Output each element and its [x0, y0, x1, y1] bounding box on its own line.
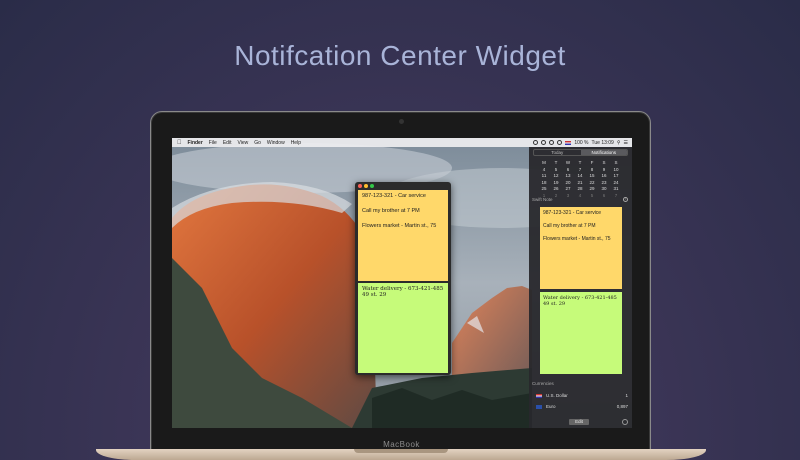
laptop-base: [96, 449, 706, 460]
edit-button[interactable]: Edit: [569, 419, 589, 425]
spotlight-icon[interactable]: ⚲: [617, 140, 621, 146]
base-notch: [354, 449, 448, 453]
menu-file[interactable]: File: [209, 140, 217, 146]
calendar-day[interactable]: 6: [598, 193, 610, 200]
calendar-day[interactable]: 3: [562, 193, 574, 200]
menu-view[interactable]: View: [237, 140, 248, 146]
macbook-label: MacBook: [383, 440, 420, 449]
note-line: 49 st. 29: [362, 292, 387, 298]
green-note[interactable]: Water delivery - 673-421-485 49 st. 29: [358, 283, 448, 373]
notification-center-icon[interactable]: ☰: [624, 140, 628, 146]
note-line: 49 st. 29: [543, 301, 566, 307]
note-line: 987-123-321 - Car service: [362, 193, 426, 199]
currency-row: U.S. Dollar 1: [536, 393, 628, 398]
currencies-label: Currencies: [532, 381, 554, 386]
menu-window[interactable]: Window: [267, 140, 285, 146]
close-button[interactable]: [358, 184, 362, 188]
tab-notifications[interactable]: Notifications: [580, 150, 627, 155]
note-line: Call my brother at 7 PM: [362, 208, 420, 214]
swift-note-label: Swift Note: [532, 197, 553, 202]
clock[interactable]: Tue 13:09: [592, 140, 614, 146]
menu-help[interactable]: Help: [291, 140, 301, 146]
input-source-flag-icon[interactable]: [565, 140, 572, 145]
note-line: Call my brother at 7 PM: [543, 223, 596, 229]
us-flag-icon: [536, 393, 542, 398]
yellow-note[interactable]: 987-123-321 - Car service Call my brothe…: [358, 190, 448, 281]
currency-name: Euro: [546, 404, 556, 409]
camera: [399, 119, 404, 124]
calendar-day[interactable]: 7: [610, 193, 622, 200]
laptop-screen:  Finder File Edit View Go Window Help 1…: [172, 138, 632, 428]
sticky-note-window[interactable]: 987-123-321 - Car service Call my brothe…: [355, 182, 451, 375]
currency-name: U.S. Dollar: [546, 393, 568, 398]
menu-go[interactable]: Go: [254, 140, 261, 146]
laptop-lid:  Finder File Edit View Go Window Help 1…: [150, 111, 651, 451]
note-line: Flowers market - Martin st., 75: [362, 223, 437, 229]
menu-bar:  Finder File Edit View Go Window Help 1…: [172, 138, 632, 147]
calendar-day[interactable]: 5: [586, 193, 598, 200]
zoom-button[interactable]: [370, 184, 374, 188]
apple-icon[interactable]: : [177, 140, 182, 146]
battery-status[interactable]: 100 %: [574, 140, 588, 146]
wifi-icon[interactable]: [557, 140, 563, 145]
calendar-day[interactable]: 4: [574, 193, 586, 200]
settings-icon[interactable]: [622, 419, 628, 425]
calendar-widget: M T W T F S S 4 5 6 7 8 9 10 11 12 13 14…: [538, 160, 622, 199]
tab-today[interactable]: Today: [534, 150, 581, 155]
window-controls: [358, 184, 374, 188]
status-icon[interactable]: [533, 140, 539, 145]
nc-green-note[interactable]: Water delivery - 673-421-485 49 st. 29: [540, 292, 622, 374]
note-line: Flowers market - Martin st., 75: [543, 236, 611, 242]
status-icon[interactable]: [549, 140, 555, 145]
status-icon[interactable]: [541, 140, 547, 145]
currency-row: Euro 0,897: [536, 404, 628, 409]
menu-edit[interactable]: Edit: [223, 140, 232, 146]
hero-title: Notifcation Center Widget: [234, 40, 566, 71]
currency-value: 1: [625, 393, 628, 398]
notification-center-panel: Today Notifications M T W T F S S 4 5 6 …: [529, 147, 632, 428]
info-icon[interactable]: i: [623, 197, 628, 202]
minimize-button[interactable]: [364, 184, 368, 188]
note-line: 987-123-321 - Car service: [543, 210, 602, 216]
currency-value: 0,897: [616, 404, 628, 409]
nc-yellow-note[interactable]: 987-123-321 - Car service Call my brothe…: [540, 207, 622, 289]
eu-flag-icon: [536, 404, 542, 409]
nc-tabs: Today Notifications: [533, 149, 628, 156]
menu-finder[interactable]: Finder: [188, 140, 203, 146]
